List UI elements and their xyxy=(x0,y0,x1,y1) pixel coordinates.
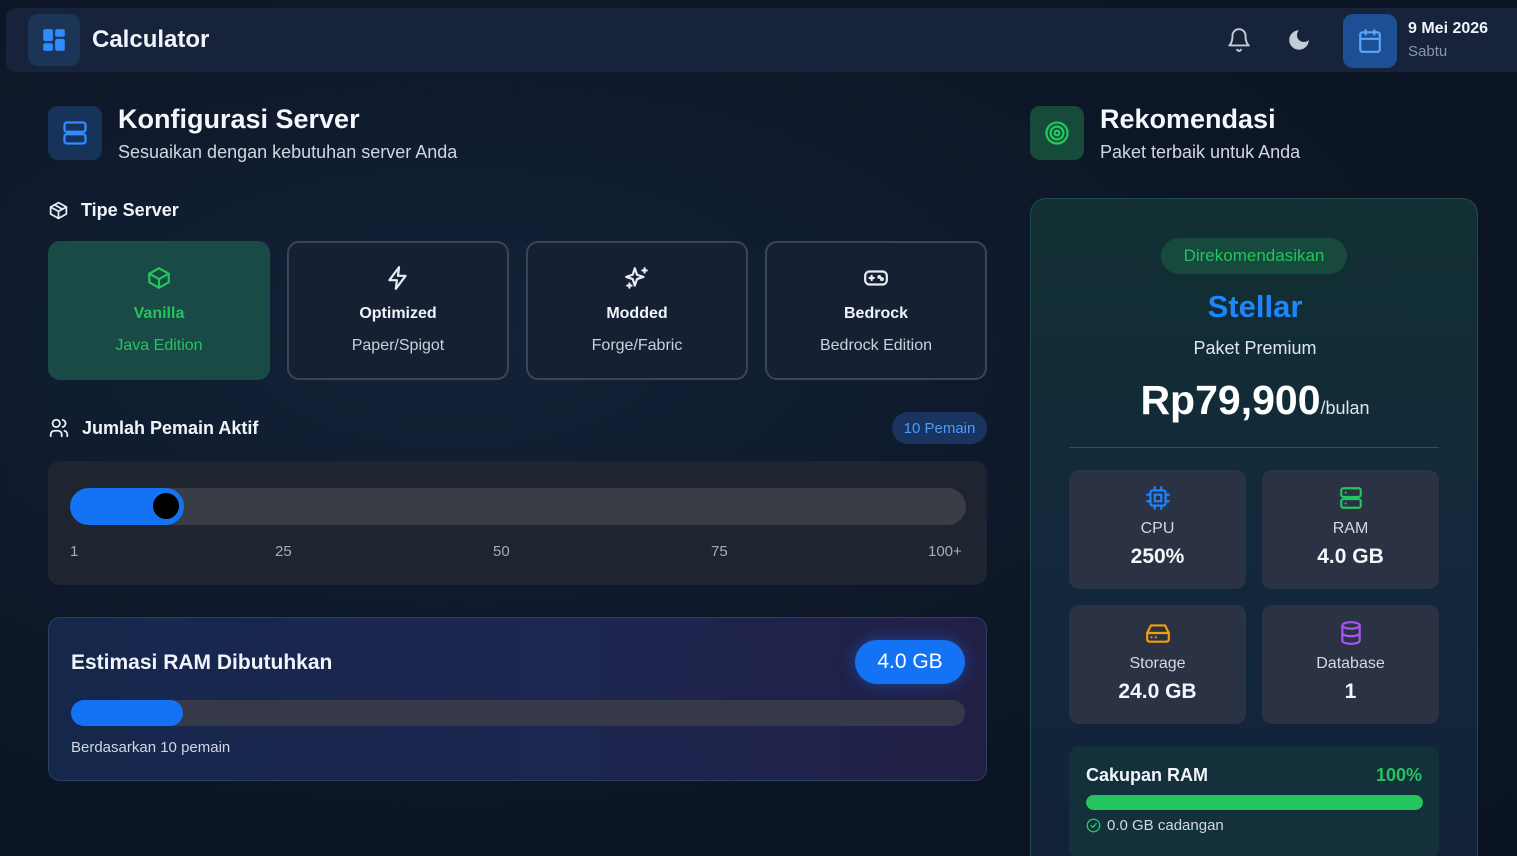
plan-tier: Paket Premium xyxy=(1193,338,1317,358)
plan-price: Rp79,900/bulan xyxy=(1031,377,1479,424)
server-type-sub: Java Edition xyxy=(115,337,203,354)
users-icon xyxy=(48,417,70,439)
ram-estimate-badge: 4.0 GB xyxy=(855,640,965,684)
slider-tick: 1 xyxy=(70,543,79,560)
coverage-percent: 100% xyxy=(1375,765,1422,785)
server-type-modded[interactable]: Modded Forge/Fabric xyxy=(526,241,748,380)
recommendation-title: Rekomendasi xyxy=(1100,104,1276,134)
ram-coverage-panel: Cakupan RAM 100% 0.0 GB cadangan xyxy=(1069,746,1439,856)
slider-tick: 50 xyxy=(493,543,510,560)
sparkles-icon xyxy=(624,265,650,293)
server-type-bedrock[interactable]: Bedrock Bedrock Edition xyxy=(765,241,987,380)
check-circle-icon xyxy=(1086,818,1101,833)
lightning-icon xyxy=(385,265,411,293)
players-count-badge: 10 Pemain xyxy=(892,412,987,444)
recommendation-card: Direkomendasikan Stellar Paket Premium R… xyxy=(1030,198,1478,856)
package-icon xyxy=(48,200,69,221)
server-type-name: Vanilla xyxy=(133,305,185,322)
recommendation-subtitle: Paket terbaik untuk Anda xyxy=(1100,142,1301,162)
server-type-vanilla[interactable]: Vanilla Java Edition xyxy=(48,241,270,380)
players-label: Jumlah Pemain Aktif xyxy=(48,417,258,439)
current-day: Sabtu xyxy=(1408,43,1448,60)
moon-icon[interactable] xyxy=(1286,27,1312,53)
config-subtitle: Sesuaikan dengan kebutuhan server Anda xyxy=(118,142,458,162)
price-value: Rp79,900 xyxy=(1140,377,1321,423)
database-icon xyxy=(1338,620,1364,648)
ram-estimate-bar xyxy=(71,700,965,726)
server-type-optimized[interactable]: Optimized Paper/Spigot xyxy=(287,241,509,380)
server-type-sub: Paper/Spigot xyxy=(351,337,445,354)
plan-name: Stellar xyxy=(1207,289,1303,324)
config-title: Konfigurasi Server xyxy=(118,104,360,134)
app-title: Calculator xyxy=(92,26,210,53)
current-date: 9 Mei 2026 xyxy=(1408,20,1489,37)
server-type-name: Bedrock xyxy=(843,305,909,322)
harddrive-icon xyxy=(1145,620,1171,648)
coverage-title: Cakupan RAM xyxy=(1086,765,1209,785)
spec-ram: RAM 4.0 GB xyxy=(1262,470,1439,589)
spec-database: Database 1 xyxy=(1262,605,1439,724)
price-period: /bulan xyxy=(1320,398,1370,418)
cube-icon xyxy=(146,265,172,293)
dashboard-logo-icon[interactable] xyxy=(28,14,80,66)
top-bar: Calculator 9 Mei 2026 Sabtu xyxy=(6,8,1517,72)
server-type-sub: Bedrock Edition xyxy=(819,337,933,354)
players-slider-thumb[interactable] xyxy=(151,491,181,521)
coverage-bar xyxy=(1086,795,1423,810)
bell-icon[interactable] xyxy=(1226,27,1252,53)
ram-estimate-note: Berdasarkan 10 pemain xyxy=(71,739,231,756)
server-type-sub: Forge/Fabric xyxy=(591,337,683,354)
cpu-icon xyxy=(1145,485,1171,513)
spec-cpu: CPU 250% xyxy=(1069,470,1246,589)
spec-storage: Storage 24.0 GB xyxy=(1069,605,1246,724)
players-slider-panel: 1 25 50 75 100+ xyxy=(48,461,987,585)
server-type-name: Modded xyxy=(606,305,668,322)
ram-estimate-title: Estimasi RAM Dibutuhkan xyxy=(71,651,333,674)
target-icon xyxy=(1030,106,1084,160)
coverage-note: 0.0 GB cadangan xyxy=(1086,817,1224,834)
players-slider-track[interactable] xyxy=(70,488,966,525)
coverage-fill xyxy=(1086,795,1423,810)
recommended-badge: Direkomendasikan xyxy=(1161,238,1347,274)
server-type-label: Tipe Server xyxy=(48,200,179,221)
server-section-icon xyxy=(48,106,102,160)
server-type-name: Optimized xyxy=(359,305,437,322)
slider-tick: 75 xyxy=(711,543,728,560)
gamepad-icon xyxy=(863,265,889,293)
ram-estimate-fill xyxy=(71,700,183,726)
calendar-icon[interactable] xyxy=(1343,14,1397,68)
slider-tick: 100+ xyxy=(928,543,962,560)
slider-tick: 25 xyxy=(275,543,292,560)
server-icon xyxy=(1338,485,1364,513)
ram-estimate-panel: Estimasi RAM Dibutuhkan 4.0 GB Berdasark… xyxy=(48,617,987,781)
divider xyxy=(1069,447,1439,448)
